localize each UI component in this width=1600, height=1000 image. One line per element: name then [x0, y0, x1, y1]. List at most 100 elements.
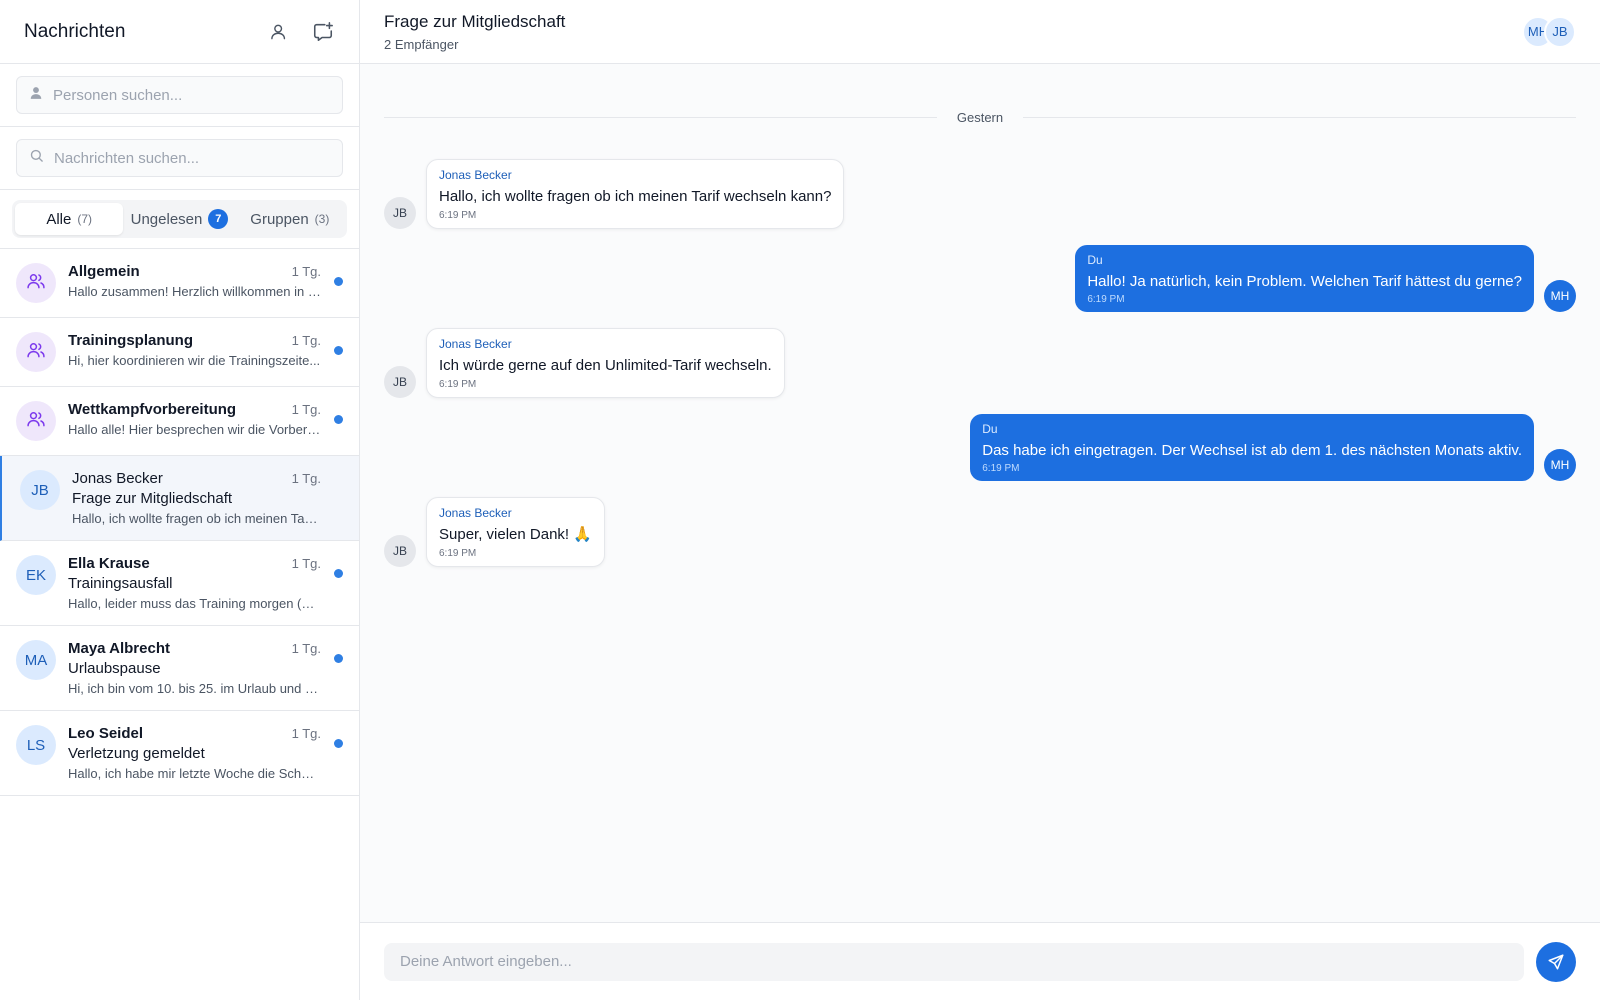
date-divider: Gestern — [384, 110, 1576, 125]
filter-tabs: Alle (7) Ungelesen 7 Gruppen (3) — [12, 200, 347, 238]
conversation-preview: Hallo alle! Hier besprechen wir die Vorb… — [68, 422, 326, 437]
conversation-time: 1 Tg. — [291, 556, 321, 571]
send-button[interactable] — [1536, 941, 1576, 982]
message-time: 6:19 PM — [1087, 294, 1125, 305]
group-icon — [26, 271, 46, 295]
conversation-body: Leo Seidel 1 Tg. Verletzung gemeldet Hallo,… — [68, 725, 343, 781]
conversation-name: Trainingsplanung — [68, 332, 194, 349]
conversation-preview: Hallo, ich wollte fragen ob ich meinen T… — [72, 511, 327, 526]
conversation-body: Trainingsplanung 1 Tg. Hi, hier koordinier… — [68, 332, 343, 372]
conversation-top: Trainingsplanung 1 Tg. — [68, 332, 343, 349]
conversation-item[interactable]: JB Jonas Becker 1 Tg. Frage zur Mitgliedsch… — [0, 456, 359, 541]
message-text: Super, vielen Dank! 🙏 — [439, 526, 592, 543]
tab-groups-label: Gruppen — [250, 210, 309, 228]
unread-dot — [334, 415, 343, 424]
conversation-top: Leo Seidel 1 Tg. — [68, 725, 343, 742]
conversation-item[interactable]: Allgemein 1 Tg. Hallo zusammen! Herzlich w… — [0, 249, 359, 318]
group-avatar — [16, 401, 56, 441]
avatar: JB — [384, 365, 416, 398]
incoming-message: JB Jonas Becker Ich würde gerne auf den Un… — [384, 328, 1576, 398]
conversation-subject: Trainingsausfall — [68, 575, 173, 592]
conversation-name: Allgemein — [68, 263, 140, 280]
new-message-icon[interactable] — [311, 20, 335, 44]
conversation-item[interactable]: Wettkampfvorbereitung 1 Tg. Hallo alle! Hi… — [0, 387, 359, 456]
conversation-top: Maya Albrecht 1 Tg. — [68, 640, 343, 657]
person-search-icon — [29, 86, 43, 105]
tab-all-count: (7) — [77, 212, 92, 226]
conversation-time: 1 Tg. — [291, 641, 321, 656]
conversation-time: 1 Tg. — [291, 333, 321, 348]
conversation-time: 1 Tg. — [291, 726, 321, 741]
tab-all-label: Alle — [46, 210, 72, 228]
message-list: JB Jonas Becker Hallo, ich wollte fragen o… — [384, 159, 1576, 567]
avatar: JB — [20, 470, 60, 510]
avatar: MH — [1544, 280, 1576, 312]
conversation-body: Ella Krause 1 Tg. Trainingsausfall Hallo, l… — [68, 555, 343, 611]
avatar: LS — [16, 725, 56, 765]
sidebar-header-actions — [267, 20, 335, 44]
participant-avatars[interactable]: MH JB — [1522, 15, 1576, 48]
sidebar-title: Nachrichten — [24, 20, 126, 42]
chat-panel: Frage zur Mitgliedschaft 2 Empfänger MH … — [360, 0, 1600, 1000]
chat-header: Frage zur Mitgliedschaft 2 Empfänger MH … — [360, 0, 1600, 64]
conversation-top: Allgemein 1 Tg. — [68, 263, 343, 280]
conversation-body: Jonas Becker 1 Tg. Frage zur Mitgliedschaf… — [72, 470, 343, 526]
message-bubble[interactable]: Du Das habe ich eingetragen. Der Wechsel … — [970, 413, 1534, 481]
chat-header-info: Frage zur Mitgliedschaft 2 Empfänger — [384, 12, 565, 52]
tab-all[interactable]: Alle (7) — [15, 203, 124, 235]
unread-dot — [334, 569, 343, 578]
unread-dot — [334, 654, 343, 663]
conversation-subject: Frage zur Mitgliedschaft — [72, 490, 233, 507]
composer — [360, 922, 1600, 1000]
message-sender: Jonas Becker — [439, 506, 512, 520]
unread-dot — [334, 346, 343, 355]
group-avatar — [16, 332, 56, 372]
reply-input[interactable] — [384, 942, 1524, 981]
people-search-input[interactable] — [53, 86, 330, 104]
message-bubble[interactable]: Jonas Becker Hallo, ich wollte fragen ob … — [426, 159, 845, 229]
message-search-box — [16, 139, 343, 177]
conversation-body: Maya Albrecht 1 Tg. Urlaubspause Hi, ich bi… — [68, 640, 343, 696]
tab-unread[interactable]: Ungelesen 7 — [125, 203, 233, 235]
conversation-sidebar: Nachrichten Personen suchen... Nachricht… — [0, 0, 360, 1000]
message-bubble[interactable]: Jonas Becker Ich würde gerne auf den Unli… — [426, 328, 785, 398]
conversation-item[interactable]: EK Ella Krause 1 Tg. Trainingsausfall Hallo,… — [0, 541, 359, 626]
conversation-name: Ella Krause — [68, 555, 150, 572]
send-icon — [1548, 954, 1564, 969]
conversation-time: 1 Tg. — [291, 402, 321, 417]
conversation-preview: Hallo zusammen! Herzlich willkommen in d… — [68, 284, 326, 299]
conversation-name: Maya Albrecht — [68, 640, 170, 657]
divider-line — [384, 117, 937, 118]
conversation-preview: Hi, hier koordinieren wir die Trainingsz… — [68, 353, 321, 368]
conversation-top: Wettkampfvorbereitung 1 Tg. — [68, 401, 343, 418]
conversation-item[interactable]: LS Leo Seidel 1 Tg. Verletzung gemeldet Hall… — [0, 711, 359, 796]
person-icon[interactable] — [267, 20, 291, 44]
tab-groups[interactable]: Gruppen (3) — [236, 203, 344, 235]
message-bubble[interactable]: Jonas Becker Super, vielen Dank! 🙏 6:19 PM — [426, 497, 605, 567]
sidebar-header: Nachrichten — [0, 0, 359, 64]
conversation-item[interactable]: MA Maya Albrecht 1 Tg. Urlaubspause Hi, ich … — [0, 626, 359, 711]
conversation-preview: Hallo, ich habe mir letzte Woche die Sch… — [68, 766, 326, 781]
incoming-message: JB Jonas Becker Super, vielen Dank! 🙏 6:19 … — [384, 497, 1576, 567]
conversation-top: Jonas Becker 1 Tg. — [72, 470, 343, 487]
conversation-name: Leo Seidel — [68, 725, 144, 742]
outgoing-message: Du Hallo! Ja natürlich, kein Problem. Wel… — [384, 244, 1576, 312]
avatar: MA — [16, 640, 56, 680]
conversation-name: Jonas Becker — [72, 470, 163, 487]
message-sender: Du — [982, 421, 998, 436]
conversation-list: Allgemein 1 Tg. Hallo zusammen! Herzlich w… — [0, 249, 359, 796]
people-search-section — [0, 64, 359, 127]
people-search-box — [16, 76, 343, 114]
chat-recipients: 2 Empfänger — [384, 36, 459, 52]
conversation-time: 1 Tg. — [291, 471, 321, 486]
message-search-input[interactable] — [54, 149, 330, 167]
conversation-item[interactable]: Trainingsplanung 1 Tg. Hi, hier koordinier… — [0, 318, 359, 387]
conversation-top: Ella Krause 1 Tg. — [68, 555, 343, 572]
message-text: Hallo, ich wollte fragen ob ich meinen T… — [439, 188, 832, 205]
group-icon — [26, 340, 46, 364]
message-bubble[interactable]: Du Hallo! Ja natürlich, kein Problem. Wel… — [1075, 244, 1534, 312]
messages-app: Nachrichten Personen suchen... Nachricht… — [0, 0, 1600, 1000]
tab-unread-label: Ungelesen — [130, 210, 203, 228]
group-avatar — [16, 263, 56, 303]
divider-line — [1023, 117, 1576, 118]
